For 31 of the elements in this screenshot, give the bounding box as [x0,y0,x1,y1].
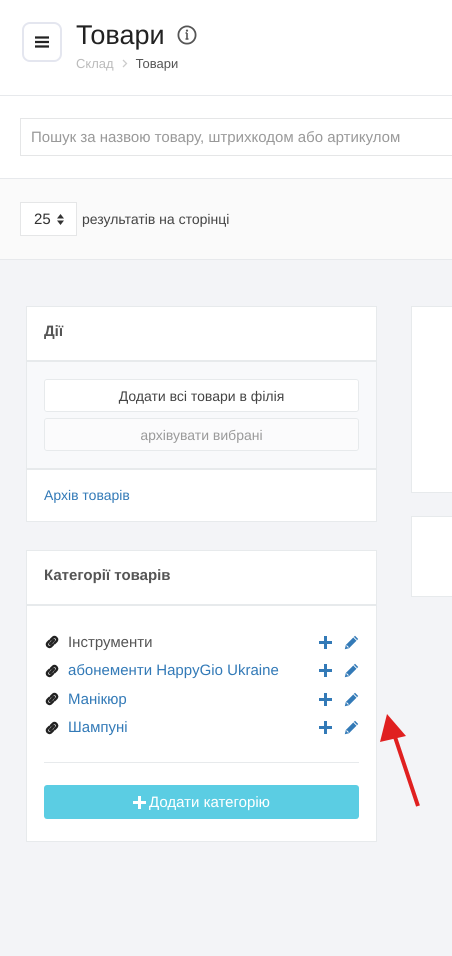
card-title: Категорії товарів [44,567,171,584]
link-icon [44,720,60,736]
category-link[interactable]: абонементи HappyGio Ukraine [68,662,311,680]
pencil-icon[interactable] [344,663,359,678]
pencil-icon[interactable] [344,692,359,707]
link-icon [44,634,60,650]
chevron-icon [122,59,128,68]
menu-button[interactable] [22,22,62,62]
plus-icon[interactable] [319,721,332,734]
category-link[interactable]: Манікюр [68,690,311,708]
per-page-label: результатів на сторінці [82,211,230,227]
category-link[interactable]: Інструменти [68,634,311,651]
link-icon [44,662,60,679]
pencil-icon[interactable] [344,720,359,736]
archive-link[interactable]: Архів товарів [27,470,147,521]
plus-icon [133,796,146,808]
menu-icon [35,36,49,48]
search-field[interactable]: Пошук за назвою товару, штрихкодом або артикулом [20,118,452,156]
category-link[interactable]: Шампуні [68,719,311,736]
plus-icon[interactable] [319,664,332,678]
page-title: Товари [76,22,165,48]
plus-icon[interactable] [319,692,332,706]
add-all-button[interactable]: Додати всі товари в філія [44,379,359,412]
sort-caret-icon [56,214,64,224]
card-title: Дії [44,323,64,340]
breadcrumb-item: Товари [136,56,178,71]
pencil-icon[interactable] [344,634,359,650]
link-icon [44,691,60,708]
plus-icon[interactable] [319,636,332,649]
per-page-select[interactable]: 25 [20,202,77,236]
info-icon[interactable] [176,25,197,45]
